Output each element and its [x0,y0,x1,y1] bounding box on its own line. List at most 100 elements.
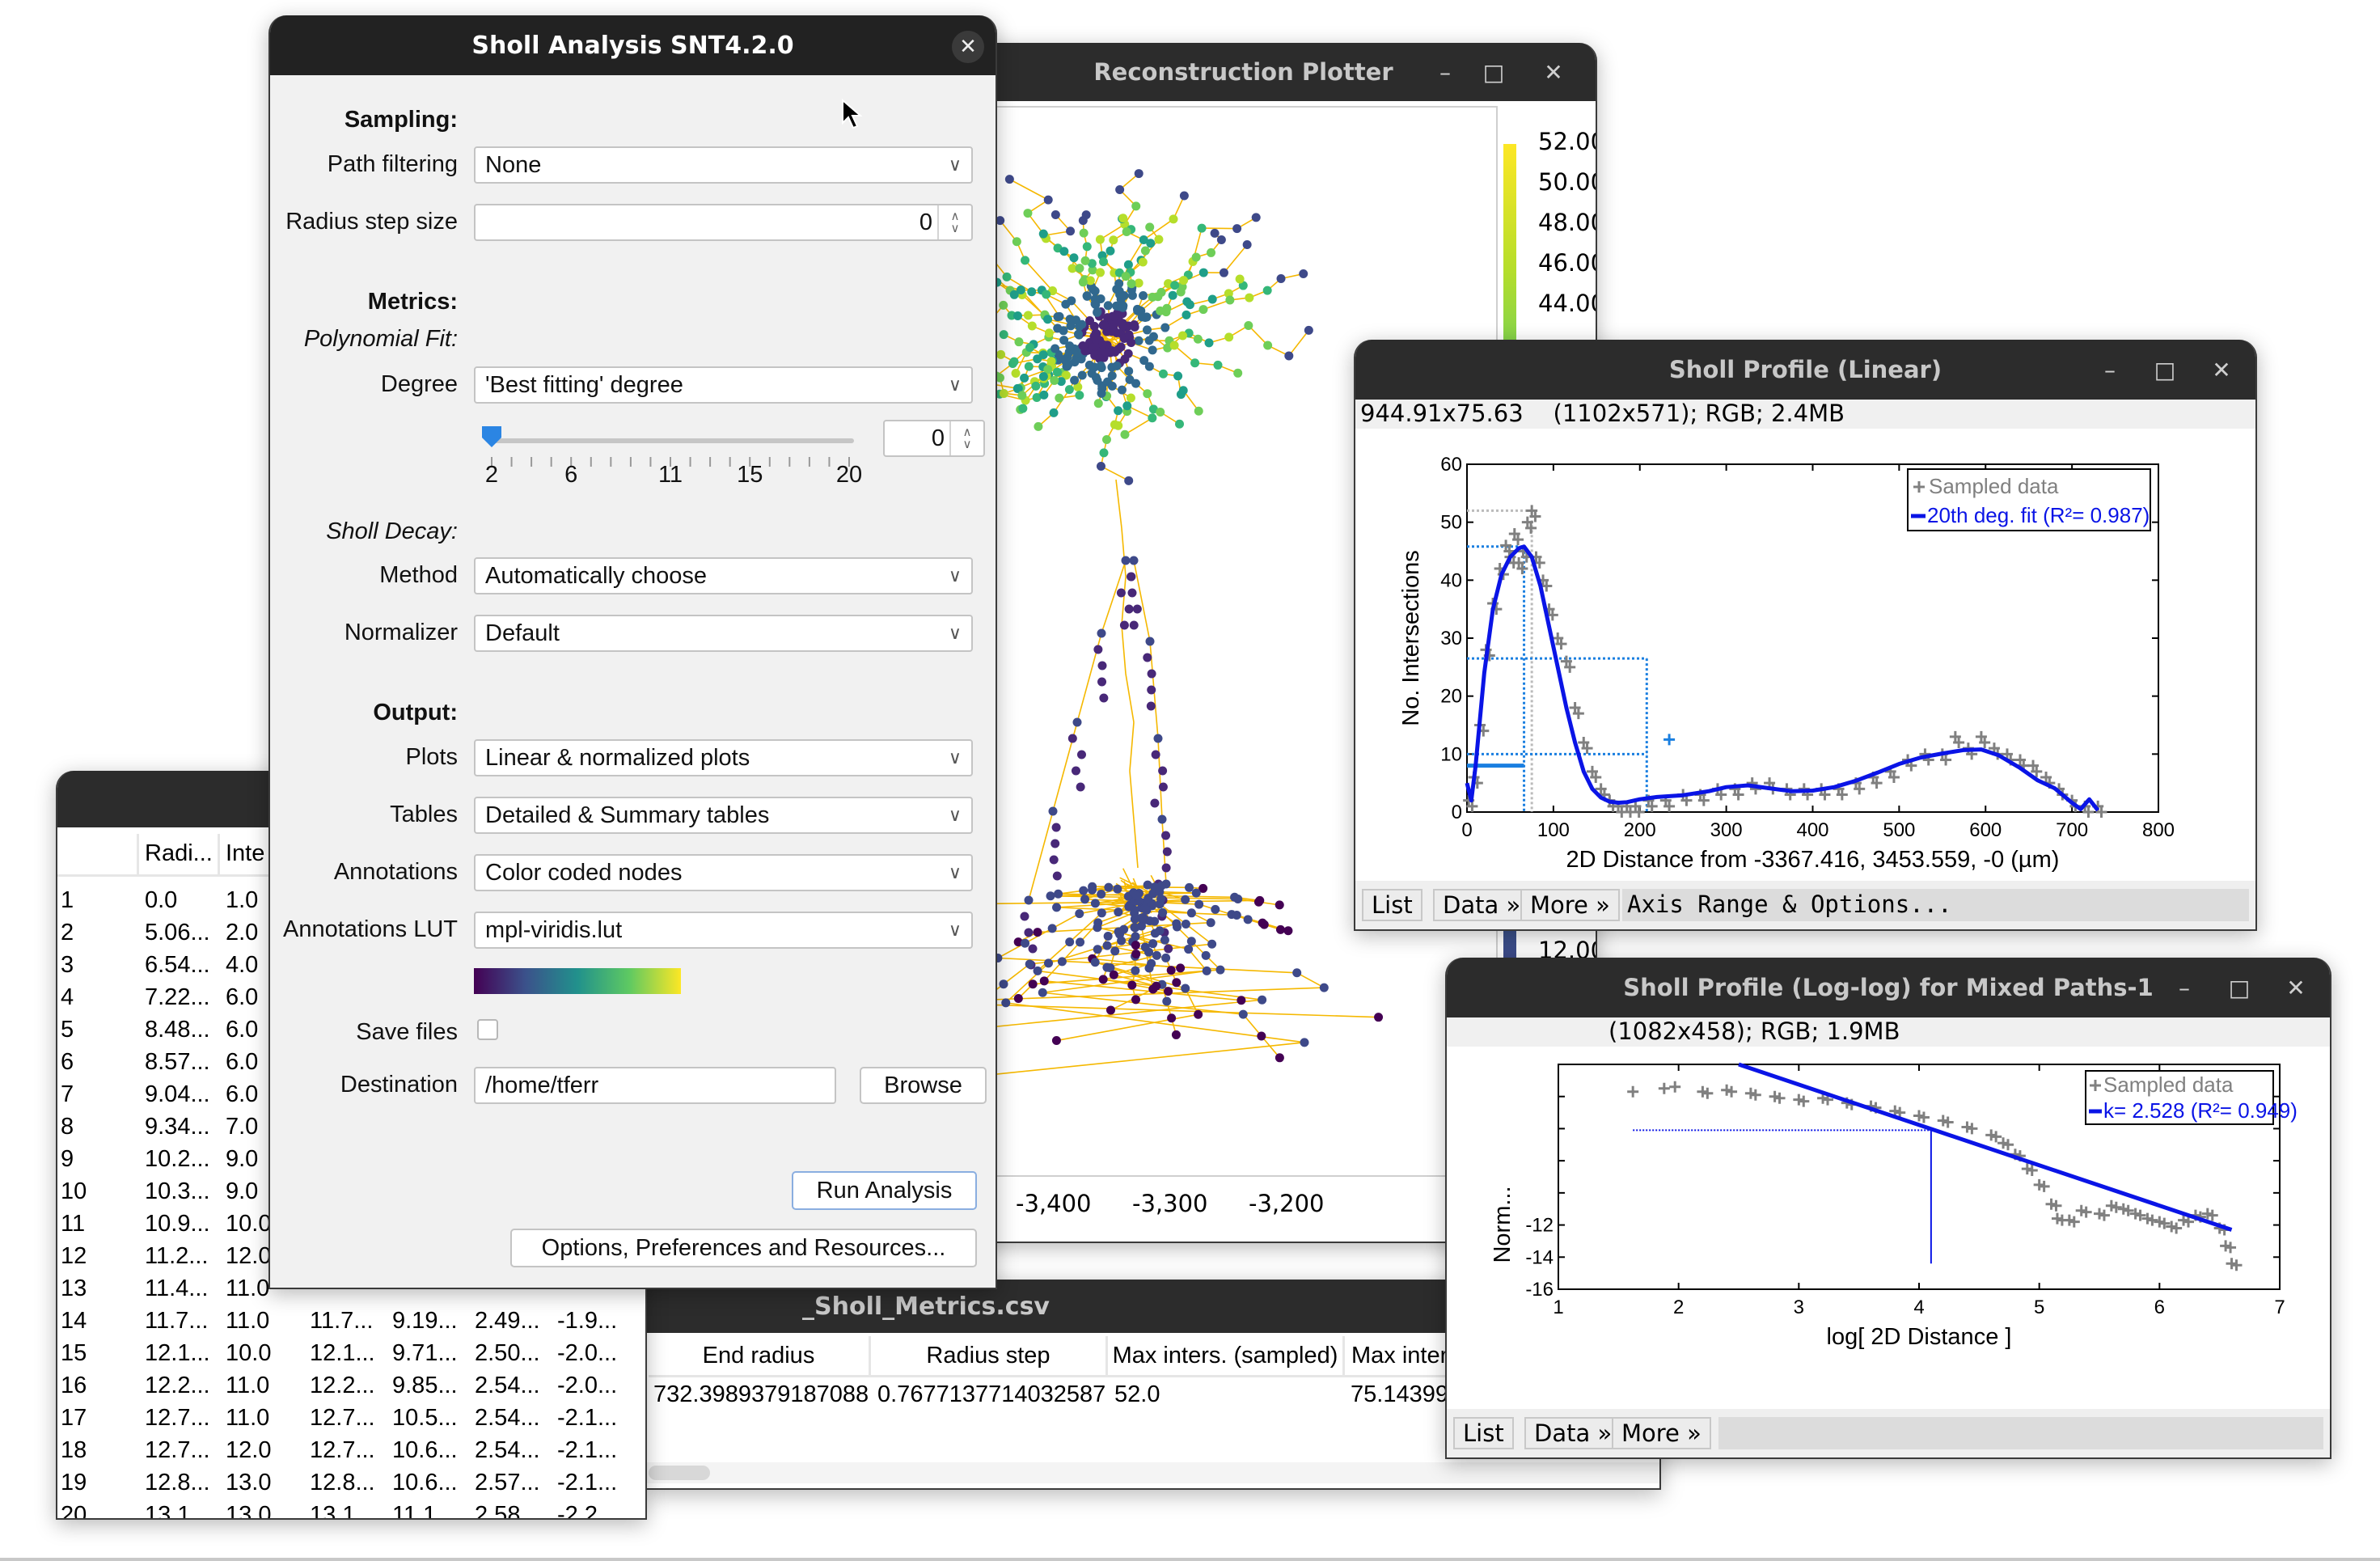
column-header-intersections[interactable]: Inte [226,840,264,867]
table-cell[interactable]: 12.0 [226,1437,271,1464]
csv-cell[interactable]: 0.7677137714032587 [877,1381,1105,1408]
table-cell[interactable]: -2.0... [557,1340,617,1367]
close-icon[interactable]: ✕ [1529,43,1578,101]
table-cell[interactable]: 12.8... [145,1470,210,1496]
table-cell[interactable]: -2.1... [557,1470,617,1496]
table-cell[interactable]: 10.3... [145,1178,210,1205]
table-cell[interactable]: 9.0 [226,1146,258,1173]
table-cell[interactable]: 9.34... [145,1114,210,1140]
table-cell[interactable]: 11.7... [310,1308,373,1335]
table-cell[interactable]: -2.1... [557,1437,617,1464]
table-cell[interactable]: 12 [61,1243,87,1270]
table-cell[interactable]: 11.0 [226,1308,269,1335]
table-cell[interactable]: 13.0 [226,1470,271,1496]
dialog-titlebar[interactable]: Sholl Analysis SNT4.2.0 ✕ [270,15,996,75]
table-cell[interactable]: -2.0... [557,1373,617,1399]
axis-range-options-button[interactable]: Axis Range & Options... [1627,889,1952,921]
plots-select[interactable]: Linear & normalized plots ∨ [474,739,973,776]
table-cell[interactable]: 13 [61,1275,87,1302]
radius-step-spinner[interactable]: 0 ∧ ∨ [474,204,973,241]
list-button[interactable]: List [1362,889,1423,921]
csv-cell[interactable]: 75.14399 [1351,1381,1448,1408]
table-cell[interactable]: 6.0 [226,984,258,1011]
maximize-icon[interactable]: □ [2141,340,2189,400]
run-analysis-button[interactable]: Run Analysis [792,1171,977,1210]
table-cell[interactable]: 12.7... [310,1437,375,1464]
table-cell[interactable]: 10.5... [392,1405,458,1432]
close-icon[interactable]: ✕ [952,31,984,63]
table-cell[interactable]: 6.0 [226,1081,258,1108]
table-cell[interactable]: 11.2... [145,1243,208,1270]
csv-cell[interactable]: 52.0 [1114,1381,1160,1408]
table-row[interactable]: 16 12.2... 11.0 12.2... 9.85... 2.54... -2.0..… [57,1373,645,1405]
table-cell[interactable]: 11.1... [392,1502,455,1518]
table-cell[interactable]: 2.57... [475,1470,540,1496]
minimize-icon[interactable]: – [1421,43,1469,101]
table-cell[interactable]: 5.06... [145,920,210,946]
table-cell[interactable]: 2 [61,920,74,946]
table-cell[interactable]: 10.0 [226,1211,271,1237]
table-cell[interactable]: 9.0 [226,1178,258,1205]
column-divider[interactable] [218,834,220,874]
scrollbar-thumb[interactable] [649,1466,710,1480]
save-files-checkbox[interactable] [477,1019,498,1040]
table-cell[interactable]: 18 [61,1437,87,1464]
lut-select[interactable]: mpl-viridis.lut ∨ [474,912,973,949]
table-cell[interactable]: 6.0 [226,1049,258,1076]
table-cell[interactable]: 17 [61,1405,87,1432]
table-cell[interactable]: 2.49... [475,1308,540,1335]
horizontal-scrollbar[interactable] [645,1462,1659,1483]
slider-handle[interactable] [482,426,501,447]
close-icon[interactable]: ✕ [2197,340,2246,400]
maximize-icon[interactable]: □ [2215,958,2264,1017]
table-cell[interactable]: 19 [61,1470,87,1496]
table-cell[interactable]: 10.9... [145,1211,210,1237]
slider-track[interactable] [488,438,854,443]
table-cell[interactable]: 2.54... [475,1405,540,1432]
table-cell[interactable]: 10.0 [226,1340,271,1367]
table-cell[interactable]: 12.7... [310,1405,375,1432]
more-button[interactable]: More » [1520,889,1620,921]
table-cell[interactable]: 12.1... [310,1340,375,1367]
table-cell[interactable]: 7.0 [226,1114,258,1140]
degree-slider[interactable]: 2 6 11 15 20 [482,420,862,493]
table-cell[interactable]: 7.22... [145,984,210,1011]
normalizer-select[interactable]: Default ∨ [474,615,973,652]
table-cell[interactable]: 7 [61,1081,74,1108]
table-cell[interactable]: 11.4... [145,1275,208,1302]
table-cell[interactable]: 6.54... [145,952,210,979]
table-cell[interactable]: 9 [61,1146,74,1173]
table-row[interactable]: 20 13.1... 13.0 13.1... 11.1... 2.58... -2.2..… [57,1502,645,1518]
table-cell[interactable]: 12.7... [145,1437,210,1464]
path-filtering-select[interactable]: None ∨ [474,146,973,184]
table-cell[interactable]: 0.0 [145,887,177,914]
degree-select[interactable]: 'Best fitting' degree ∨ [474,366,973,404]
table-cell[interactable]: 3 [61,952,74,979]
table-cell[interactable]: 10.6... [392,1470,458,1496]
table-cell[interactable]: 16 [61,1373,87,1399]
list-button[interactable]: List [1453,1417,1514,1449]
table-cell[interactable]: 2.58... [475,1502,540,1518]
table-cell[interactable]: 1 [61,887,74,914]
table-cell[interactable]: 13.1... [310,1502,375,1518]
annotations-select[interactable]: Color coded nodes ∨ [474,854,973,891]
table-cell[interactable]: 2.50... [475,1340,540,1367]
table-cell[interactable]: 4 [61,984,74,1011]
table-row[interactable]: 15 12.1... 10.0 12.1... 9.71... 2.50... -2.0..… [57,1340,645,1373]
maximize-icon[interactable]: □ [1469,43,1518,101]
table-cell[interactable]: 10.6... [392,1437,458,1464]
minimize-icon[interactable]: – [2160,958,2209,1017]
table-cell[interactable]: 8.57... [145,1049,210,1076]
table-cell[interactable]: 11.0 [226,1373,269,1399]
table-cell[interactable]: 1.0 [226,887,258,914]
loglog-titlebar[interactable]: Sholl Profile (Log-log) for Mixed Paths-… [1447,958,2330,1017]
table-cell[interactable]: 4.0 [226,952,258,979]
table-cell[interactable]: 12.7... [145,1405,210,1432]
table-cell[interactable]: 14 [61,1308,87,1335]
table-cell[interactable]: 12.8... [310,1470,375,1496]
csv-header-end-radius[interactable]: End radius [649,1336,871,1377]
table-cell[interactable]: 2.0 [226,920,258,946]
linear-profile-chart[interactable]: 0 100 200 300 400 500 600 700 800 0 10 20 30 40 50 60 2D… [1355,429,2255,878]
table-cell[interactable]: 6.0 [226,1017,258,1043]
table-cell[interactable]: 2.54... [475,1437,540,1464]
